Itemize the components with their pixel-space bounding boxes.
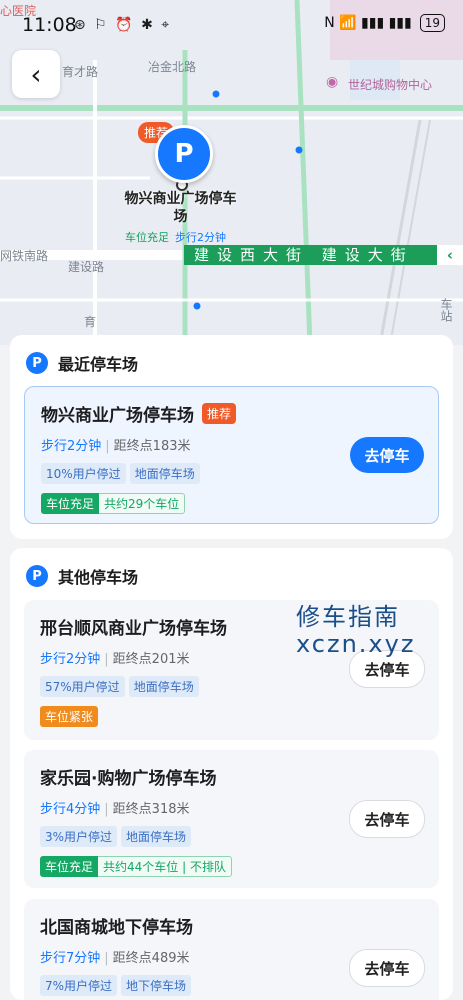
tag: 地下停车场 xyxy=(121,975,192,996)
status-badge: 车位紧张 xyxy=(40,706,99,727)
tag: 57%用户停过 xyxy=(40,676,125,697)
chevron-left-icon: ‹ xyxy=(30,57,42,91)
map-label-road: 建设路 xyxy=(68,260,105,274)
tag: 地面停车场 xyxy=(121,826,192,847)
tag: 7%用户停过 xyxy=(40,975,118,996)
map-label-road: 育才路 xyxy=(62,65,99,79)
route-street-band: 建设西大街 建设大街 ‹ xyxy=(184,245,463,265)
back-button[interactable]: ‹ xyxy=(12,50,60,98)
chevron-left-icon: ‹ xyxy=(437,245,463,265)
status-time: 11:08 xyxy=(22,14,77,36)
signal-icon: N 📶 ▮▮▮ ▮▮▮ xyxy=(324,15,412,31)
distance: 距终点489米 xyxy=(112,951,190,966)
distance: 距终点318米 xyxy=(112,802,190,817)
go-park-button[interactable]: 去停车 xyxy=(349,949,425,987)
map-label-road: 育 xyxy=(84,315,97,329)
map-view[interactable]: 心医院 育才路 冶金北路 世纪城购物中心 ◉ 网铁南路 建设路 育 车站 建设西… xyxy=(0,0,463,345)
parking-icon: P xyxy=(26,352,48,374)
list-item[interactable]: 家乐园·购物广场停车场 步行4分钟 | 距终点318米 3%用户停过 地面停车场 车… xyxy=(24,750,439,888)
map-label-road: 网铁南路 xyxy=(0,249,49,263)
walk-time: 步行2分钟 xyxy=(41,439,102,454)
parking-icon: P xyxy=(26,565,48,587)
map-label-road: 冶金北路 xyxy=(148,60,197,74)
status-info: 共约44个车位 | 不排队 xyxy=(98,856,232,877)
go-park-button[interactable]: 去停车 xyxy=(350,437,424,473)
battery-icon: 19 xyxy=(419,14,445,32)
lot-name: 家乐园·购物广场停车场 xyxy=(40,769,217,789)
tag: 3%用户停过 xyxy=(40,826,118,847)
list-item[interactable]: 北国商城地下停车场 步行7分钟 | 距终点489米 7%用户停过 地下停车场 去停车 xyxy=(24,899,439,1000)
shopping-icon: ◉ xyxy=(326,74,339,90)
map-label-poi: 世纪城购物中心 xyxy=(348,78,433,92)
pin-sub-info: 车位充足 步行2分钟 xyxy=(125,231,226,244)
pin-lot-name: 物兴商业广场停车场 xyxy=(124,191,237,225)
watermark: 修车指南 xczn.xyz xyxy=(296,603,416,658)
lot-name: 物兴商业广场停车场 xyxy=(41,406,194,426)
status-badge: 车位充足 xyxy=(40,856,99,877)
walk-time: 步行4分钟 xyxy=(40,802,101,817)
lot-name: 北国商城地下停车场 xyxy=(40,918,193,938)
nearest-parking-card: P 最近停车场 物兴商业广场停车场 推荐 步行2分钟 | 距终点183米 10%用户… xyxy=(10,335,453,539)
parking-pin-icon[interactable]: P xyxy=(155,125,213,183)
status-info: 共约29个车位 xyxy=(99,493,186,514)
status-bar: 11:08 ⊛ ⚐ ⏰ ✱ ⌖ N 📶 ▮▮▮ ▮▮▮ 19 xyxy=(0,0,463,50)
recommend-badge: 推荐 xyxy=(202,403,237,424)
tag: 地面停车场 xyxy=(129,463,200,484)
section-title: 其他停车场 xyxy=(58,568,139,587)
go-park-button[interactable]: 去停车 xyxy=(349,800,425,838)
lot-name: 邢台顺风商业广场停车场 xyxy=(40,619,227,639)
status-icons: ⊛ ⚐ ⏰ ✱ ⌖ xyxy=(74,17,172,33)
tag: 10%用户停过 xyxy=(41,463,126,484)
distance: 距终点183米 xyxy=(113,439,191,454)
tag: 地面停车场 xyxy=(128,676,199,697)
distance: 距终点201米 xyxy=(112,652,190,667)
list-item[interactable]: 物兴商业广场停车场 推荐 步行2分钟 | 距终点183米 10%用户停过 地面停车场… xyxy=(24,386,439,524)
walk-time: 步行7分钟 xyxy=(40,951,101,966)
status-badge: 车位充足 xyxy=(41,493,100,514)
walk-time: 步行2分钟 xyxy=(40,652,101,667)
map-roads xyxy=(0,0,463,345)
section-title: 最近停车场 xyxy=(58,355,139,374)
map-label-poi: 车站 xyxy=(439,298,453,322)
